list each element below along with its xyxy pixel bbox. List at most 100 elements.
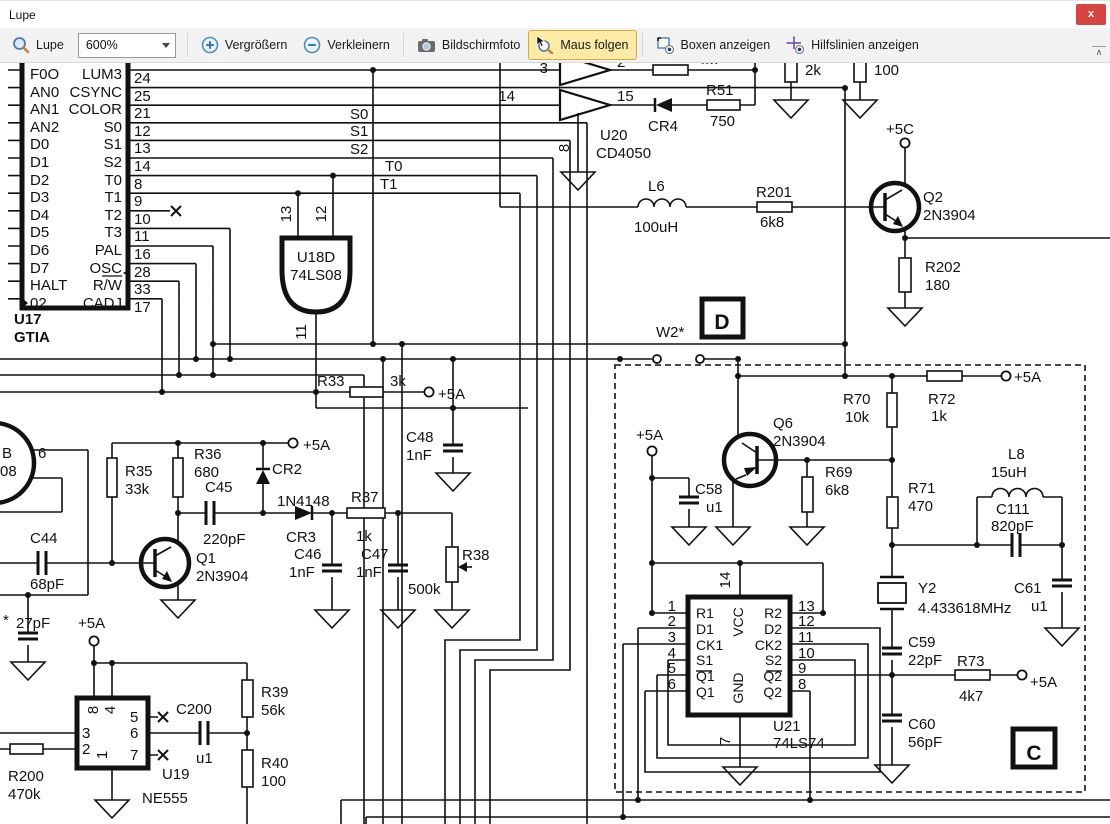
show-boxes-button[interactable]: Boxen anzeigen bbox=[648, 30, 779, 60]
ref-r201: R201 bbox=[756, 184, 792, 201]
sig-t1: T1 bbox=[380, 176, 398, 193]
ref-c45: C45 bbox=[205, 479, 233, 496]
term-5a-c58: +5A bbox=[636, 427, 663, 444]
zoom-out-button[interactable]: Verkleinern bbox=[295, 30, 398, 60]
ref-r39: R39 bbox=[261, 684, 289, 701]
ref-q6: Q6 bbox=[773, 415, 793, 432]
pin-d5: D5 bbox=[30, 224, 49, 241]
schematic-canvas: F0OAN0AN1AN2D0D1D2D3D4D5D6D7HALT02LUM3CS… bbox=[0, 0, 1110, 824]
val-r-100-top: 100 bbox=[874, 62, 899, 79]
ref-cr2: CR2 bbox=[272, 461, 302, 478]
u21-s1: S1 bbox=[696, 652, 713, 668]
magnifier-window: F0OAN0AN1AN2D0D1D2D3D4D5D6D7HALT02LUM3CS… bbox=[0, 0, 1110, 824]
title-bar: Lupe x bbox=[0, 0, 1110, 29]
pin-d7: D7 bbox=[30, 260, 49, 277]
term-5a-bottomleft: +5A bbox=[78, 615, 105, 632]
w2-jumper-pad bbox=[696, 355, 704, 363]
ref-r69: R69 bbox=[825, 464, 853, 481]
zoom-out-icon bbox=[303, 36, 321, 54]
pin-s0: S0 bbox=[104, 119, 122, 136]
u21-ck2: CK2 bbox=[755, 637, 782, 653]
zoom-level-value: 600% bbox=[86, 38, 118, 52]
val-c44: 68pF bbox=[30, 576, 64, 593]
u21-pin2: 2 bbox=[668, 613, 676, 630]
val-l8: 15uH bbox=[991, 464, 1027, 481]
diode-cr2 bbox=[256, 469, 270, 484]
sig-s1: S1 bbox=[350, 123, 368, 140]
lupe-mode-button[interactable]: Lupe bbox=[4, 30, 72, 60]
term-5a-rail: +5A bbox=[303, 437, 330, 454]
label-d-box: D bbox=[714, 311, 729, 334]
u21-q2bar: Q2 bbox=[763, 668, 782, 684]
pin-d3: D3 bbox=[30, 189, 49, 206]
show-boxes-label: Boxen anzeigen bbox=[681, 38, 771, 52]
label-c-box: C bbox=[1026, 742, 1041, 765]
selection-box-eye-icon bbox=[656, 36, 675, 54]
val-c200: u1 bbox=[196, 750, 213, 767]
term-5a-r73: +5A bbox=[1030, 674, 1057, 691]
ref-r70: R70 bbox=[843, 391, 871, 408]
ref-u17-part: GTIA bbox=[14, 329, 50, 346]
ref-l6: L6 bbox=[648, 178, 665, 195]
pin-t0: T0 bbox=[104, 172, 122, 189]
ref-q2: Q2 bbox=[923, 189, 943, 206]
screenshot-button[interactable]: Bildschirmfoto bbox=[409, 30, 529, 60]
val-q1: 2N3904 bbox=[196, 568, 249, 585]
val-r69: 6k8 bbox=[825, 482, 849, 499]
inductor-l6 bbox=[638, 199, 686, 207]
ref-r202: R202 bbox=[925, 259, 961, 276]
val-q2: 2N3904 bbox=[923, 207, 976, 224]
u18d-pin12: 12 bbox=[313, 206, 330, 223]
u21-r2: R2 bbox=[764, 605, 782, 621]
zoom-in-icon bbox=[201, 36, 219, 54]
ref-u21: U21 bbox=[773, 718, 801, 735]
pin-cadj: CADJ bbox=[83, 295, 122, 312]
pin-d0: D0 bbox=[30, 136, 49, 153]
val-r39: 56k bbox=[261, 702, 286, 719]
ref-u20-part: CD4050 bbox=[596, 145, 651, 162]
pin-csync: CSYNC bbox=[69, 84, 122, 101]
u20-pin15: 15 bbox=[617, 88, 634, 105]
pin-t1: T1 bbox=[104, 189, 122, 206]
u19-pin8: 8 bbox=[85, 706, 102, 714]
ref-u19-part: NE555 bbox=[142, 790, 188, 807]
show-guides-button[interactable]: Hilfslinien anzeigen bbox=[778, 30, 927, 60]
inductor-l8 bbox=[992, 489, 1043, 498]
ref-y2: Y2 bbox=[918, 580, 936, 597]
gate-b-pin6: 6 bbox=[38, 445, 46, 462]
u20-pin8: 8 bbox=[556, 144, 573, 152]
u21-s2: S2 bbox=[765, 652, 782, 668]
close-button[interactable]: x bbox=[1076, 4, 1106, 25]
gate-b: B bbox=[2, 445, 12, 462]
term-5a-r33: +5A bbox=[438, 386, 465, 403]
term-5c: +5C bbox=[886, 121, 914, 138]
camera-icon bbox=[417, 37, 436, 54]
num-25: 25 bbox=[134, 88, 151, 105]
pin-d2: D2 bbox=[30, 172, 49, 189]
ref-c59: C59 bbox=[908, 634, 936, 651]
val-q6: 2N3904 bbox=[773, 433, 826, 450]
u21-pin9: 9 bbox=[798, 660, 806, 677]
u19-pin7: 7 bbox=[130, 747, 138, 764]
u20-pin14: 14 bbox=[498, 88, 515, 105]
follow-mouse-label: Maus folgen bbox=[560, 38, 628, 52]
dropdown-arrow-icon bbox=[162, 43, 170, 48]
val-r200: 470k bbox=[8, 786, 41, 803]
ref-c48: C48 bbox=[406, 429, 434, 446]
val-c45: 220pF bbox=[203, 531, 246, 548]
toolbar-separator bbox=[403, 33, 404, 57]
sig-t0: T0 bbox=[385, 158, 403, 175]
cursor-magnifier-icon bbox=[536, 36, 554, 54]
gate-b-part: 08 bbox=[0, 463, 17, 480]
u21-pin5: 5 bbox=[668, 660, 676, 677]
u19-pin6: 6 bbox=[130, 725, 138, 742]
u21-pin6: 6 bbox=[668, 676, 676, 693]
term-5a-r72: +5A bbox=[1014, 369, 1041, 386]
magnifier-icon bbox=[12, 36, 30, 54]
toolbar-collapse-icon[interactable]: ∧ bbox=[1092, 46, 1106, 59]
zoom-in-button[interactable]: Vergrößern bbox=[193, 30, 296, 60]
pin-osc: OSC bbox=[89, 260, 122, 277]
zoom-level-dropdown[interactable]: 600% bbox=[78, 33, 176, 58]
follow-mouse-button[interactable]: Maus folgen bbox=[528, 30, 636, 60]
ref-r51: R51 bbox=[706, 82, 734, 99]
